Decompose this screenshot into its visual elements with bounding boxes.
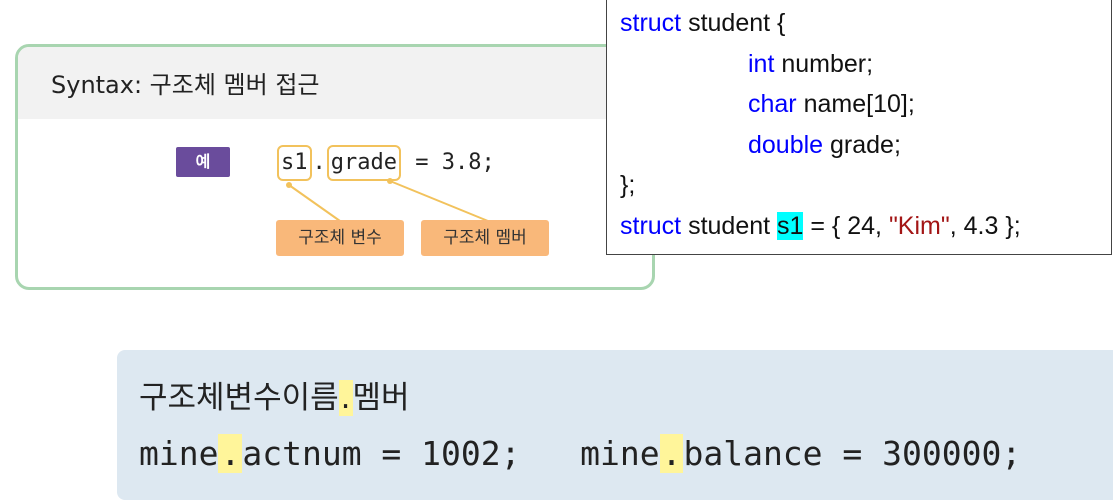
callout-line-member xyxy=(389,180,489,222)
callout-line-variable xyxy=(288,184,341,222)
member-access-box: 구조체변수이름.멤버 mine.actnum = 1002; mine.bala… xyxy=(117,350,1113,500)
keyword-int: int xyxy=(748,49,775,78)
dot-operator-highlight: . xyxy=(659,434,684,473)
access-example-line: mine.actnum = 1002; mine.balance = 30000… xyxy=(139,434,1021,473)
dot-operator-highlight: . xyxy=(218,434,243,473)
code-text: = { 24, xyxy=(803,211,889,240)
variable-s1-highlight: s1 xyxy=(777,211,804,240)
access-variable-name: 구조체변수이름 xyxy=(139,380,339,416)
callout-dot-member xyxy=(387,178,393,184)
keyword-struct: struct xyxy=(620,9,682,37)
code-line-6: struct student s1 = { 24, "Kim", 4.3 }; xyxy=(620,206,1111,247)
keyword-char: char xyxy=(748,90,797,118)
syntax-box: Syntax: 구조체 멤버 접근 예 s1. grade = 3.8; 구조체 … xyxy=(15,44,655,290)
code-text: student { xyxy=(681,9,786,37)
code-text: grade; xyxy=(823,130,901,159)
string-literal: "Kim" xyxy=(888,211,950,240)
code-line-2: int number; xyxy=(620,44,1111,85)
keyword-double: double xyxy=(748,130,824,159)
callout-dot-variable xyxy=(286,182,292,188)
access-syntax-line: 구조체변수이름.멤버 xyxy=(139,372,410,417)
code-text: student xyxy=(681,211,778,240)
code-text: mine xyxy=(139,434,219,473)
code-text: name[10]; xyxy=(796,90,915,118)
keyword-struct: struct xyxy=(620,211,682,240)
tag-struct-member: 구조체 멤버 xyxy=(421,220,549,256)
code-text: balance = 300000; xyxy=(683,434,1022,473)
code-line-1: struct student { xyxy=(620,3,1111,44)
code-line-4: double grade; xyxy=(620,125,1111,166)
struct-code-block: struct student { int number; char name[1… xyxy=(606,0,1112,255)
code-line-5: }; xyxy=(620,171,636,199)
tag-struct-variable: 구조체 변수 xyxy=(276,220,404,256)
code-text: , 4.3 }; xyxy=(949,211,1021,240)
code-line-3: char name[10]; xyxy=(620,84,1111,125)
access-member-name: 멤버 xyxy=(352,380,410,416)
dot-operator-highlight: . xyxy=(338,380,353,416)
code-text: actnum = 1002; mine xyxy=(242,434,660,473)
code-text: number; xyxy=(774,49,874,78)
